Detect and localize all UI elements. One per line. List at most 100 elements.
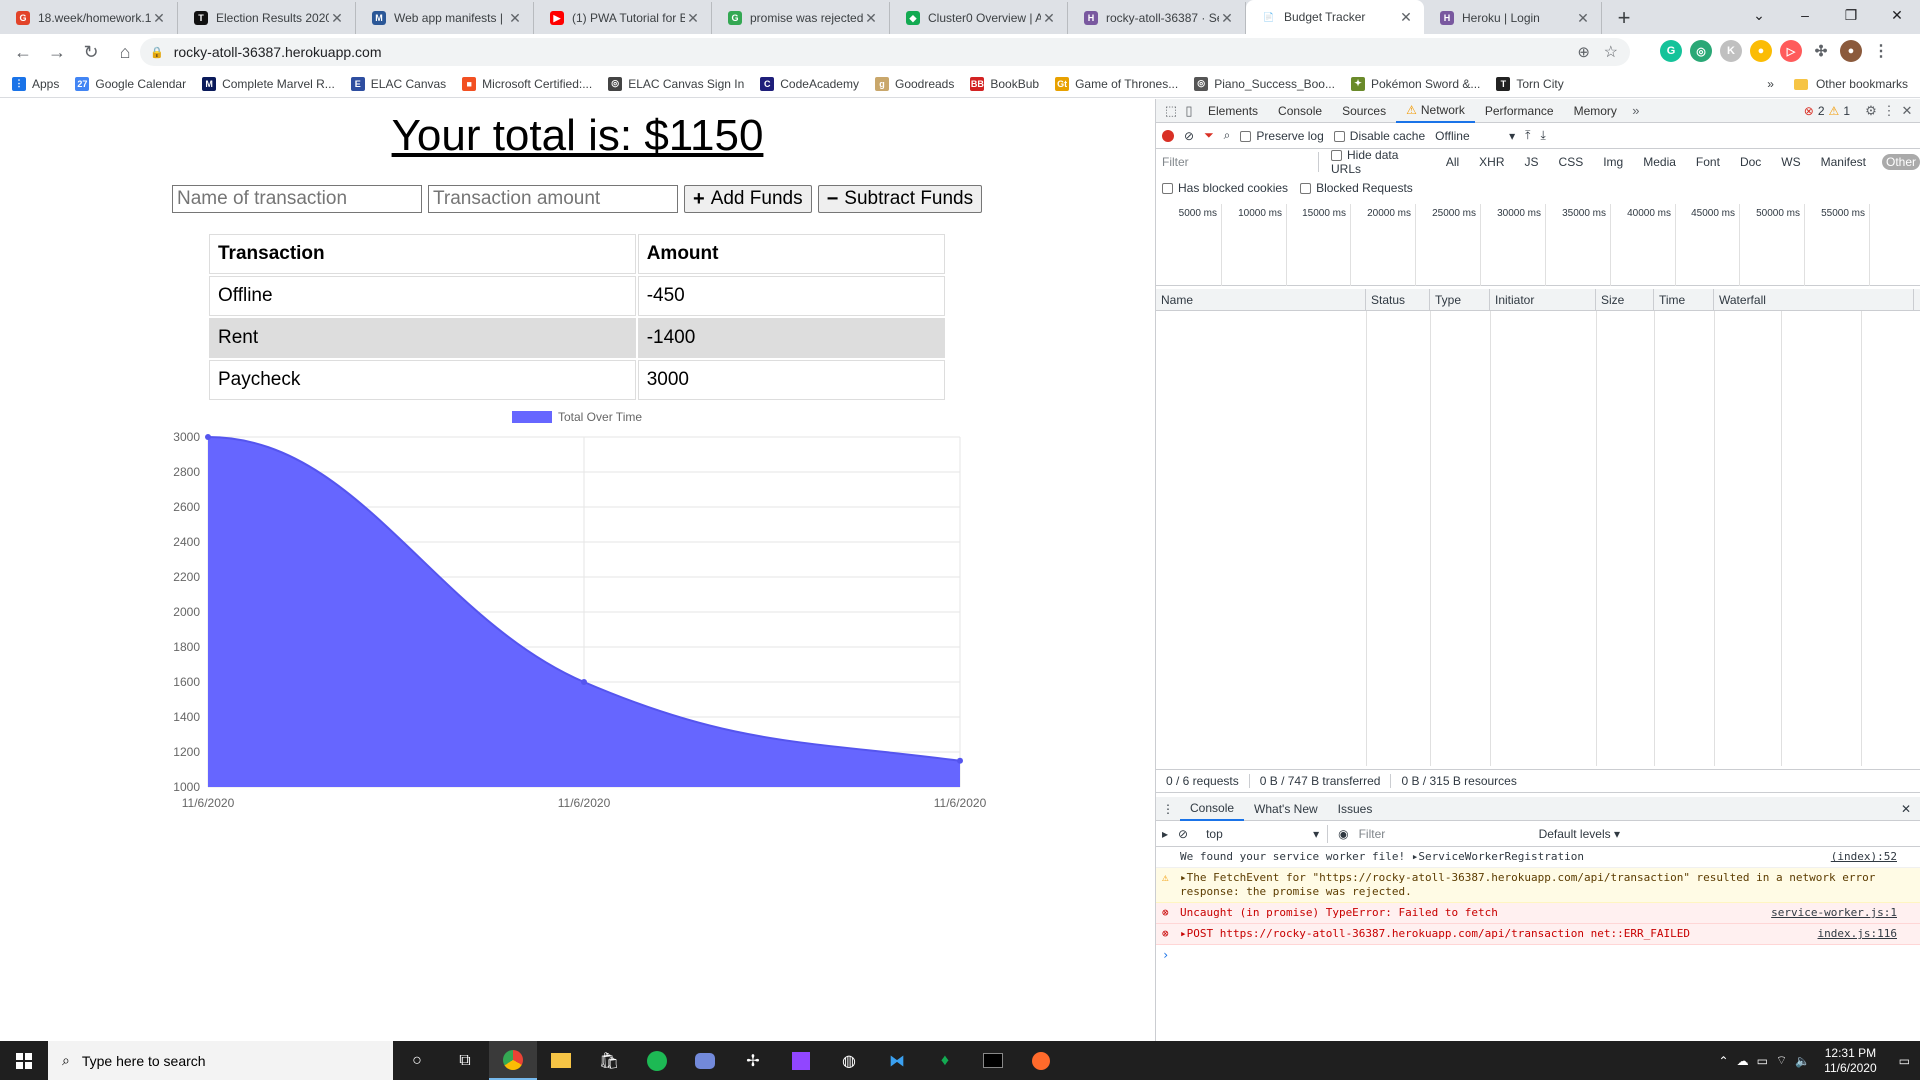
browser-tab[interactable]: Hrocky-atoll-36387 · Sett ✕ (1068, 2, 1246, 34)
close-drawer-icon[interactable]: ✕ (1901, 802, 1911, 816)
browser-tab[interactable]: H Heroku | Login ✕ (1424, 2, 1602, 34)
console-source-link[interactable]: index.js:116 (1818, 927, 1897, 941)
clear-icon[interactable]: ⊘ (1184, 129, 1194, 143)
bookmark-item[interactable]: ■ Microsoft Certified:... (462, 76, 592, 91)
log-levels-select[interactable]: Default levels ▾ (1539, 827, 1620, 841)
close-tab-icon[interactable]: ✕ (1575, 10, 1591, 27)
bookmark-item[interactable]: ✦ Pokémon Sword &... (1350, 76, 1480, 91)
install-app-icon[interactable]: ⊕ (1577, 43, 1590, 61)
notifications-icon[interactable]: ▭ (1899, 1054, 1910, 1068)
record-icon[interactable] (1162, 129, 1174, 142)
drawer-menu-icon[interactable]: ⋮ (1162, 802, 1174, 816)
app-icon[interactable] (1017, 1041, 1065, 1080)
network-filter-input[interactable]: Filter (1162, 152, 1319, 172)
network-column-header[interactable]: Size (1596, 289, 1654, 311)
steam-icon[interactable]: ◍ (825, 1041, 873, 1080)
bookmark-item[interactable]: ◎ ELAC Canvas Sign In (608, 76, 744, 91)
chrome-extension-icon[interactable]: ● (1750, 40, 1772, 62)
close-tab-icon[interactable]: ✕ (329, 10, 345, 27)
disable-cache-checkbox[interactable]: Disable cache (1333, 129, 1425, 143)
weather-icon[interactable]: ☁ (1737, 1054, 1749, 1068)
inspect-icon[interactable]: ⬚ (1162, 102, 1180, 120)
bookmark-item[interactable]: BB BookBub (970, 76, 1039, 91)
more-tabs-icon[interactable]: » (1627, 102, 1645, 120)
twitch-icon[interactable] (777, 1041, 825, 1080)
other-bookmarks[interactable]: » Other bookmarks (1767, 70, 1908, 98)
filter-icon[interactable]: ⏷ (1204, 128, 1214, 143)
minimize-button[interactable]: – (1782, 0, 1828, 30)
transaction-name-input[interactable] (172, 185, 422, 213)
close-devtools-icon[interactable]: ✕ (1898, 102, 1916, 120)
devtools-tab[interactable]: Sources (1332, 99, 1396, 123)
eye-icon[interactable]: ◉ (1338, 827, 1348, 841)
preserve-log-checkbox[interactable]: Preserve log (1240, 129, 1324, 143)
type-filter-button[interactable]: JS (1521, 154, 1543, 170)
task-view-icon[interactable]: ⧉ (441, 1041, 489, 1080)
extension-icon[interactable]: ◎ (1690, 40, 1712, 62)
subtract-funds-button[interactable]: − Subtract Funds (817, 185, 983, 213)
browser-tab[interactable]: ◆ Cluster0 Overview | Atl ✕ (890, 2, 1068, 34)
export-har-icon[interactable]: ⤓ (1540, 128, 1545, 143)
taskbar-clock[interactable]: 12:31 PM 11/6/2020 (1824, 1046, 1877, 1076)
has-blocked-cookies-checkbox[interactable]: Has blocked cookies (1162, 181, 1288, 195)
blocked-requests-checkbox[interactable]: Blocked Requests (1300, 181, 1413, 195)
browser-tab[interactable]: G 18.week/homework.18 ✕ (0, 2, 178, 34)
transaction-amount-input[interactable] (428, 185, 678, 213)
devtools-menu-icon[interactable]: ⋮ (1880, 102, 1898, 120)
context-select[interactable]: top ▾ (1198, 824, 1329, 843)
volume-icon[interactable]: 🔈 (1795, 1054, 1810, 1068)
type-filter-button[interactable]: Other (1881, 154, 1920, 170)
type-filter-button[interactable]: Img (1599, 154, 1627, 170)
cortana-icon[interactable]: ○ (393, 1041, 441, 1080)
chevron-up-icon[interactable]: ⌃ (1719, 1054, 1729, 1068)
device-toolbar-icon[interactable]: ▯ (1180, 102, 1198, 120)
reload-button[interactable]: ↻ (76, 37, 106, 67)
profile-avatar[interactable]: ● (1840, 40, 1862, 62)
close-tab-icon[interactable]: ✕ (1041, 10, 1057, 27)
close-tab-icon[interactable]: ✕ (1219, 10, 1235, 27)
type-filter-button[interactable]: XHR (1475, 154, 1508, 170)
forward-button[interactable]: → (42, 37, 72, 67)
windows-start-button[interactable] (0, 1041, 48, 1080)
network-column-header[interactable]: Time (1654, 289, 1714, 311)
browser-tab[interactable]: M Web app manifests | M ✕ (356, 2, 534, 34)
close-tab-icon[interactable]: ✕ (685, 10, 701, 27)
hide-data-urls-checkbox[interactable]: Hide data URLs (1331, 148, 1430, 176)
bookmark-item[interactable]: M Complete Marvel R... (202, 76, 335, 91)
close-tab-icon[interactable]: ✕ (863, 10, 879, 27)
taskbar-search-box[interactable]: ⌕ Type here to search (48, 1041, 393, 1080)
store-icon[interactable]: 🛍 (585, 1041, 633, 1080)
close-window-button[interactable]: ✕ (1874, 0, 1920, 30)
puzzle-icon[interactable]: ✣ (1810, 40, 1832, 62)
issue-counts[interactable]: ⊗ 2 ⚠ 1 (1804, 104, 1850, 118)
bookmark-item[interactable]: ◎ Piano_Success_Boo... (1194, 76, 1335, 91)
network-column-header[interactable]: Waterfall (1714, 289, 1914, 311)
devtools-tab[interactable]: ⚠ Network (1396, 99, 1475, 123)
close-tab-icon[interactable]: ✕ (151, 10, 167, 27)
devtools-tab[interactable]: Console (1268, 99, 1332, 123)
bookmark-item[interactable]: C CodeAcademy (760, 76, 859, 91)
type-filter-button[interactable]: Font (1692, 154, 1724, 170)
close-tab-icon[interactable]: ✕ (507, 10, 523, 27)
sidebar-toggle-icon[interactable]: ▸ (1162, 827, 1168, 841)
browser-tab[interactable]: ▶ (1) PWA Tutorial for Be ✕ (534, 2, 712, 34)
devtools-tab[interactable]: Memory (1564, 99, 1627, 123)
network-column-header[interactable]: Type (1430, 289, 1490, 311)
console-filter-input[interactable]: Filter (1359, 827, 1529, 841)
terminal-icon[interactable] (969, 1041, 1017, 1080)
type-filter-button[interactable]: Media (1639, 154, 1680, 170)
bookmark-item[interactable]: T Torn City (1496, 76, 1564, 91)
add-funds-button[interactable]: + Add Funds (684, 185, 812, 213)
console-source-link[interactable]: (index):52 (1831, 850, 1897, 864)
wifi-icon[interactable]: ⌔ (1776, 1053, 1787, 1068)
console-prompt[interactable]: › (1156, 945, 1920, 965)
devtools-tab[interactable]: Performance (1475, 99, 1564, 123)
type-filter-button[interactable]: CSS (1555, 154, 1588, 170)
chevron-down-icon[interactable]: ⌄ (1736, 0, 1782, 30)
extension-icon[interactable]: K (1720, 40, 1742, 62)
bookmark-star-icon[interactable]: ☆ (1604, 42, 1618, 62)
import-har-icon[interactable]: ⤒ (1525, 128, 1530, 143)
throttle-select[interactable]: Offline ▾ (1435, 129, 1515, 143)
spotify-icon[interactable] (633, 1041, 681, 1080)
address-bar[interactable]: 🔒 rocky-atoll-36387.herokuapp.com ⊕ ☆ (140, 38, 1630, 66)
